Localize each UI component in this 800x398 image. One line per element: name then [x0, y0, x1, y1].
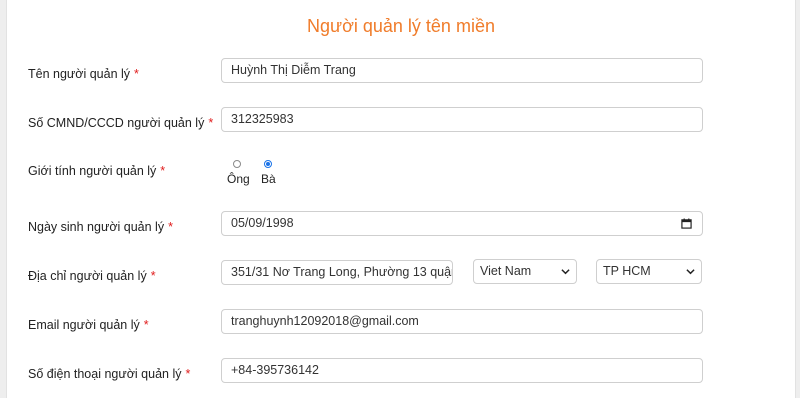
phone-label: Số điện thoại người quản lý *: [28, 367, 190, 381]
city-select[interactable]: TP HCM: [596, 259, 702, 284]
form-title: Người quản lý tên miền: [307, 16, 495, 36]
manager-form-panel: Người quản lý tên miền Tên người quản lý…: [6, 0, 796, 398]
address-label: Địa chỉ người quản lý *: [28, 269, 156, 283]
gender-radio-ong[interactable]: [233, 160, 241, 168]
id-number-label: Số CMND/CCCD người quản lý *: [28, 116, 213, 130]
birthdate-label-text: Ngày sinh người quản lý: [28, 220, 165, 234]
chevron-down-icon: [686, 269, 695, 275]
address-input[interactable]: 351/31 Nơ Trang Long, Phường 13 quận Bìn…: [221, 260, 453, 285]
chevron-down-icon: [561, 269, 570, 275]
birthdate-input[interactable]: 05/09/1998: [221, 211, 703, 236]
required-mark: *: [208, 116, 214, 130]
gender-option-ong: Ông: [227, 172, 250, 186]
email-label-text: Email người quản lý: [28, 318, 140, 332]
phone-input[interactable]: +84-395736142: [221, 358, 703, 383]
birthdate-label: Ngày sinh người quản lý *: [28, 220, 173, 234]
email-input[interactable]: tranghuynh12092018@gmail.com: [221, 309, 703, 334]
country-value: Viet Nam: [480, 264, 532, 278]
birthdate-value: 05/09/1998: [231, 216, 294, 230]
email-label: Email người quản lý *: [28, 318, 149, 332]
required-mark: *: [143, 318, 149, 332]
gender-option-ba: Bà: [261, 172, 276, 186]
required-mark: *: [168, 220, 173, 234]
required-mark: *: [150, 269, 156, 283]
address-label-text: Địa chỉ người quản lý: [28, 269, 147, 283]
gender-label-text: Giới tính người quản lý: [28, 164, 157, 178]
gender-radio-ba[interactable]: [264, 160, 272, 168]
country-select[interactable]: Viet Nam: [473, 259, 577, 284]
required-mark: *: [160, 164, 166, 178]
name-input[interactable]: Huỳnh Thị Diễm Trang: [221, 58, 703, 83]
required-mark: *: [185, 367, 191, 381]
phone-label-text: Số điện thoại người quản lý: [28, 367, 182, 381]
required-mark: *: [134, 67, 139, 81]
calendar-icon[interactable]: [681, 218, 692, 229]
city-value: TP HCM: [603, 264, 651, 278]
name-label-text: Tên người quản lý: [28, 67, 131, 81]
id-number-input[interactable]: 312325983: [221, 107, 703, 132]
gender-label: Giới tính người quản lý *: [28, 164, 165, 178]
name-label: Tên người quản lý *: [28, 67, 139, 81]
id-number-label-text: Số CMND/CCCD người quản lý: [28, 116, 205, 130]
